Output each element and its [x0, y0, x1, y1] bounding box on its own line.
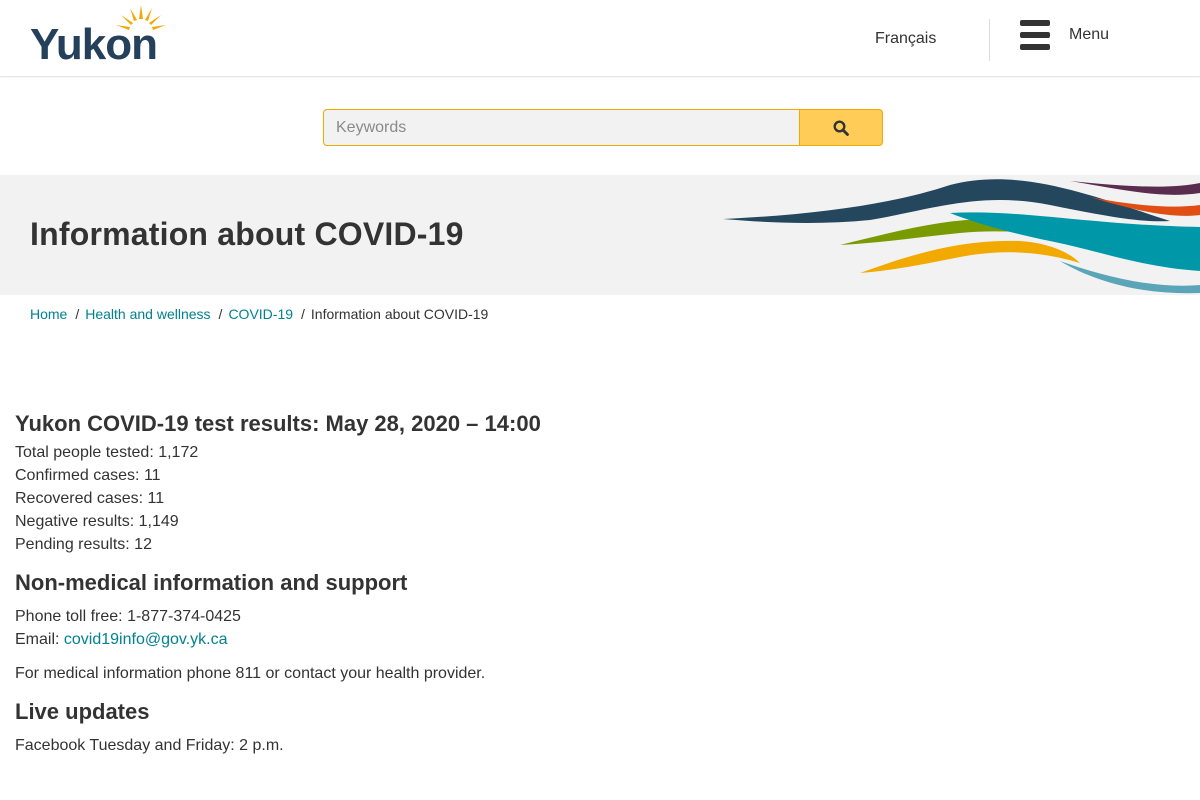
- site-header: Yukon Français Menu: [0, 0, 1200, 77]
- phone-line: Phone toll free: 1-877-374-0425: [15, 608, 241, 625]
- support-contact: Phone toll free: 1-877-374-0425 Email: c…: [15, 605, 915, 651]
- recovered-cases-line: Recovered cases: 11: [15, 490, 165, 507]
- page-hero: Information about COVID-19: [0, 175, 1200, 295]
- support-heading: Non-medical information and support: [15, 570, 408, 595]
- main-content: Yukon COVID-19 test results: May 28, 202…: [15, 410, 915, 757]
- search-icon: [833, 120, 849, 136]
- confirmed-cases-line: Confirmed cases: 11: [15, 467, 161, 484]
- breadcrumb-separator: /: [75, 306, 80, 322]
- email-label: Email:: [15, 631, 64, 648]
- pending-results-line: Pending results: 12: [15, 536, 152, 553]
- medical-note: For medical information phone 811 or con…: [15, 665, 486, 682]
- live-updates-heading: Live updates: [15, 699, 150, 724]
- breadcrumb: Home / Health and wellness / COVID-19 / Inform…: [30, 306, 488, 322]
- hamburger-icon: [1020, 20, 1050, 50]
- header-divider: [989, 19, 990, 61]
- menu-label: Menu: [1069, 26, 1110, 43]
- search-button[interactable]: [799, 109, 883, 146]
- email-link[interactable]: covid19info@gov.yk.ca: [64, 631, 228, 648]
- total-tested-line: Total people tested: 1,172: [15, 444, 199, 461]
- search-band: [0, 78, 1200, 175]
- decorative-waves: [723, 179, 1200, 294]
- page-title: Information about COVID-19: [30, 216, 464, 252]
- breadcrumb-home[interactable]: Home: [30, 306, 67, 322]
- menu-button[interactable]: Menu: [1020, 18, 1130, 52]
- logo-wordmark: Yukon: [30, 20, 158, 69]
- breadcrumb-covid-19[interactable]: COVID-19: [228, 306, 293, 322]
- test-results-heading: Yukon COVID-19 test results: May 28, 202…: [15, 411, 541, 436]
- test-results-list: Total people tested: 1,172 Confirmed cas…: [15, 441, 915, 556]
- email-line: Email: covid19info@gov.yk.ca: [15, 628, 915, 651]
- search-input[interactable]: [323, 109, 799, 146]
- breadcrumb-separator: /: [218, 306, 223, 322]
- breadcrumb-health-and-wellness[interactable]: Health and wellness: [85, 306, 210, 322]
- facebook-line: Facebook Tuesday and Friday: 2 p.m.: [15, 737, 284, 754]
- language-toggle-link[interactable]: Français: [875, 30, 936, 48]
- breadcrumb-separator: /: [301, 306, 305, 322]
- breadcrumb-current: Information about COVID-19: [310, 306, 489, 322]
- negative-results-line: Negative results: 1,149: [15, 513, 179, 530]
- yukon-logo[interactable]: Yukon: [30, 5, 190, 69]
